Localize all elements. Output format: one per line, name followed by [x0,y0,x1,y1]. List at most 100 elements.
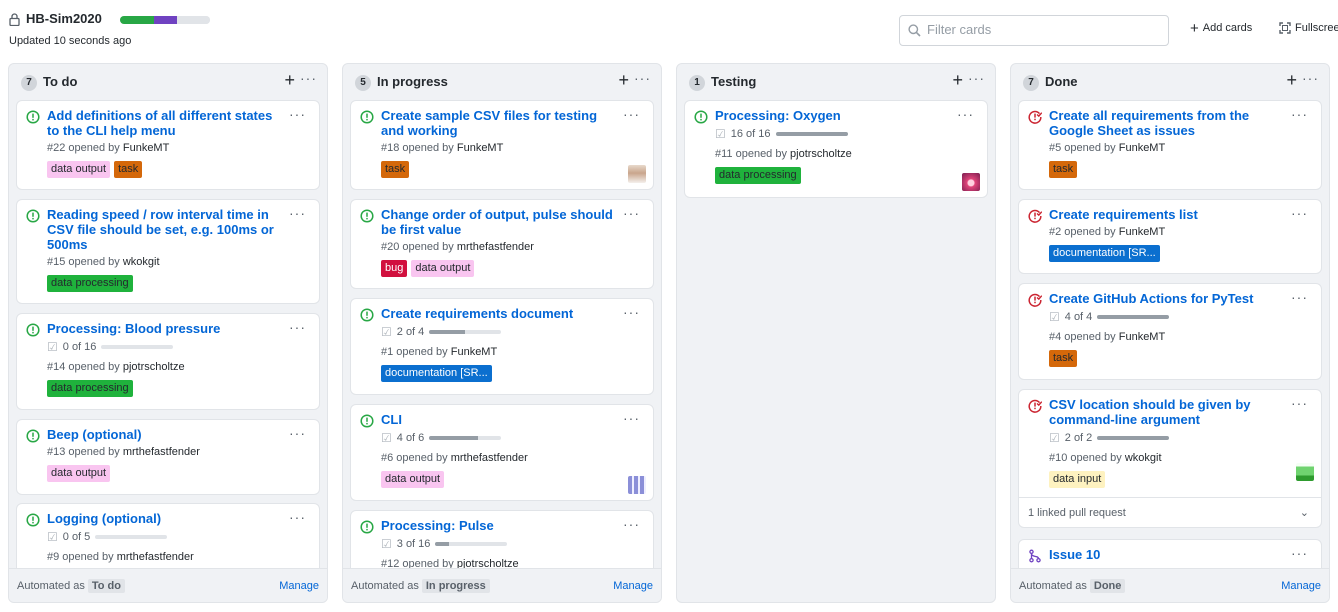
card-title-link[interactable]: Add definitions of all different states … [47,108,283,138]
issue-card[interactable]: Create sample CSV files for testing and … [350,100,654,190]
user-avatar[interactable] [962,173,980,191]
add-card-plus-icon[interactable]: + [284,70,295,91]
column-menu-icon[interactable]: ··· [634,70,651,86]
label-data[interactable]: data processing [47,380,133,397]
chevron-down-icon[interactable]: ⌄ [1300,506,1309,519]
user-avatar[interactable] [1296,463,1314,481]
issue-card[interactable]: Create requirements document ··· ☑ 2 of 4 #1… [350,298,654,395]
card-menu-icon[interactable]: ··· [1291,545,1308,561]
identicon-avatar[interactable] [628,476,646,494]
issue-card[interactable]: Add definitions of all different states … [16,100,320,190]
card-title-link[interactable]: CLI [381,412,617,427]
author-link[interactable]: mrthefastfender [457,241,534,253]
author-link[interactable]: mrthefastfender [123,446,200,458]
column-name[interactable]: Done [1045,74,1078,89]
author-link[interactable]: FunkeMT [457,142,503,154]
card-title-link[interactable]: Change order of output, pulse should be … [381,207,617,237]
card-menu-icon[interactable]: ··· [289,319,306,335]
card-title-link[interactable]: Create GitHub Actions for PyTest [1049,291,1285,306]
card-menu-icon[interactable]: ··· [957,106,974,122]
label-documentation[interactable]: documentation [SR... [1049,245,1160,262]
column-name[interactable]: Testing [711,74,756,89]
card-title-link[interactable]: Processing: Blood pressure [47,321,283,336]
card-title-link[interactable]: Create sample CSV files for testing and … [381,108,617,138]
author-link[interactable]: FunkeMT [123,142,169,154]
manage-automation-link[interactable]: Manage [279,580,319,592]
card-title-link[interactable]: Issue 10 [1049,547,1285,562]
issue-card[interactable]: CSV location should be given by command-… [1018,389,1322,528]
issue-card[interactable]: Create requirements list ··· #2 opened by … [1018,199,1322,274]
label-data[interactable]: data input [1049,471,1106,488]
issue-card[interactable]: Reading speed / row interval time in CSV… [16,199,320,304]
label-documentation[interactable]: documentation [SR... [381,365,492,382]
user-avatar[interactable] [628,165,646,183]
linked-pull-request-row[interactable]: 1 linked pull request ⌄ [1019,497,1321,527]
label-data[interactable]: data output [381,471,445,488]
project-title[interactable]: HB-Sim2020 [26,11,102,26]
card-title-link[interactable]: Reading speed / row interval time in CSV… [47,207,283,252]
add-card-plus-icon[interactable]: + [618,70,629,91]
issue-card[interactable]: Create GitHub Actions for PyTest ··· ☑ 4 of… [1018,283,1322,380]
issue-card[interactable]: Beep (optional) ··· #13 opened by mrthefas… [16,419,320,495]
author-link[interactable]: wkokgit [123,256,160,268]
label-data[interactable]: data processing [47,275,133,292]
add-cards-button[interactable]: + Add cards [1190,21,1252,36]
author-link[interactable]: FunkeMT [1119,226,1165,238]
card-menu-icon[interactable]: ··· [623,304,640,320]
issue-card[interactable]: Processing: Pulse ··· ☑ 3 of 16 #12 opened b… [350,510,654,568]
card-menu-icon[interactable]: ··· [623,106,640,122]
card-menu-icon[interactable]: ··· [289,205,306,221]
card-title-link[interactable]: Create requirements list [1049,207,1285,222]
label-data[interactable]: data output [47,465,111,482]
issue-card[interactable]: Processing: Blood pressure ··· ☑ 0 of 16 #14… [16,313,320,410]
card-menu-icon[interactable]: ··· [1291,106,1308,122]
label-bug[interactable]: bug [381,260,408,277]
author-link[interactable]: FunkeMT [451,346,497,358]
card-menu-icon[interactable]: ··· [623,516,640,532]
author-link[interactable]: pjotrscholtze [457,558,519,568]
manage-automation-link[interactable]: Manage [613,580,653,592]
card-menu-icon[interactable]: ··· [1291,205,1308,221]
label-data[interactable]: data output [47,161,111,178]
column-name[interactable]: In progress [377,74,448,89]
add-card-plus-icon[interactable]: + [1286,70,1297,91]
filter-cards-input[interactable] [927,22,1157,37]
author-link[interactable]: mrthefastfender [451,452,528,464]
card-title-link[interactable]: Processing: Pulse [381,518,617,533]
manage-automation-link[interactable]: Manage [1281,580,1321,592]
card-menu-icon[interactable]: ··· [623,205,640,221]
column-menu-icon[interactable]: ··· [968,70,985,86]
issue-card[interactable]: Processing: Oxygen ··· ☑ 16 of 16 #11 opened… [684,100,988,198]
label-task[interactable]: task [114,161,143,178]
column-menu-icon[interactable]: ··· [300,70,317,86]
label-task[interactable]: task [1049,350,1078,367]
author-link[interactable]: pjotrscholtze [790,148,852,160]
issue-card[interactable]: CLI ··· ☑ 4 of 6 #6 opened by mrthefastfende… [350,404,654,501]
issue-card[interactable]: Change order of output, pulse should be … [350,199,654,289]
card-menu-icon[interactable]: ··· [289,425,306,441]
card-title-link[interactable]: Processing: Oxygen [715,108,951,123]
label-task[interactable]: task [381,161,410,178]
author-link[interactable]: FunkeMT [1119,331,1165,343]
issue-card[interactable]: Logging (optional) ··· ☑ 0 of 5 #9 opened by… [16,503,320,568]
author-link[interactable]: pjotrscholtze [123,361,185,373]
author-link[interactable]: FunkeMT [1119,142,1165,154]
card-title-link[interactable]: Beep (optional) [47,427,283,442]
card-title-link[interactable]: Logging (optional) [47,511,283,526]
add-card-plus-icon[interactable]: + [952,70,963,91]
issue-card[interactable]: Issue 10 ··· [1018,539,1322,568]
author-link[interactable]: mrthefastfender [117,551,194,563]
fullscreen-button[interactable]: Fullscreen [1279,22,1338,34]
card-title-link[interactable]: CSV location should be given by command-… [1049,397,1285,427]
author-link[interactable]: wkokgit [1125,452,1162,464]
issue-card[interactable]: Create all requirements from the Google … [1018,100,1322,190]
card-menu-icon[interactable]: ··· [289,106,306,122]
label-data[interactable]: data output [411,260,475,277]
label-task[interactable]: task [1049,161,1078,178]
card-menu-icon[interactable]: ··· [1291,395,1308,411]
card-menu-icon[interactable]: ··· [623,410,640,426]
card-title-link[interactable]: Create requirements document [381,306,617,321]
column-name[interactable]: To do [43,74,77,89]
filter-cards-field[interactable] [899,15,1169,46]
label-data[interactable]: data processing [715,167,801,184]
